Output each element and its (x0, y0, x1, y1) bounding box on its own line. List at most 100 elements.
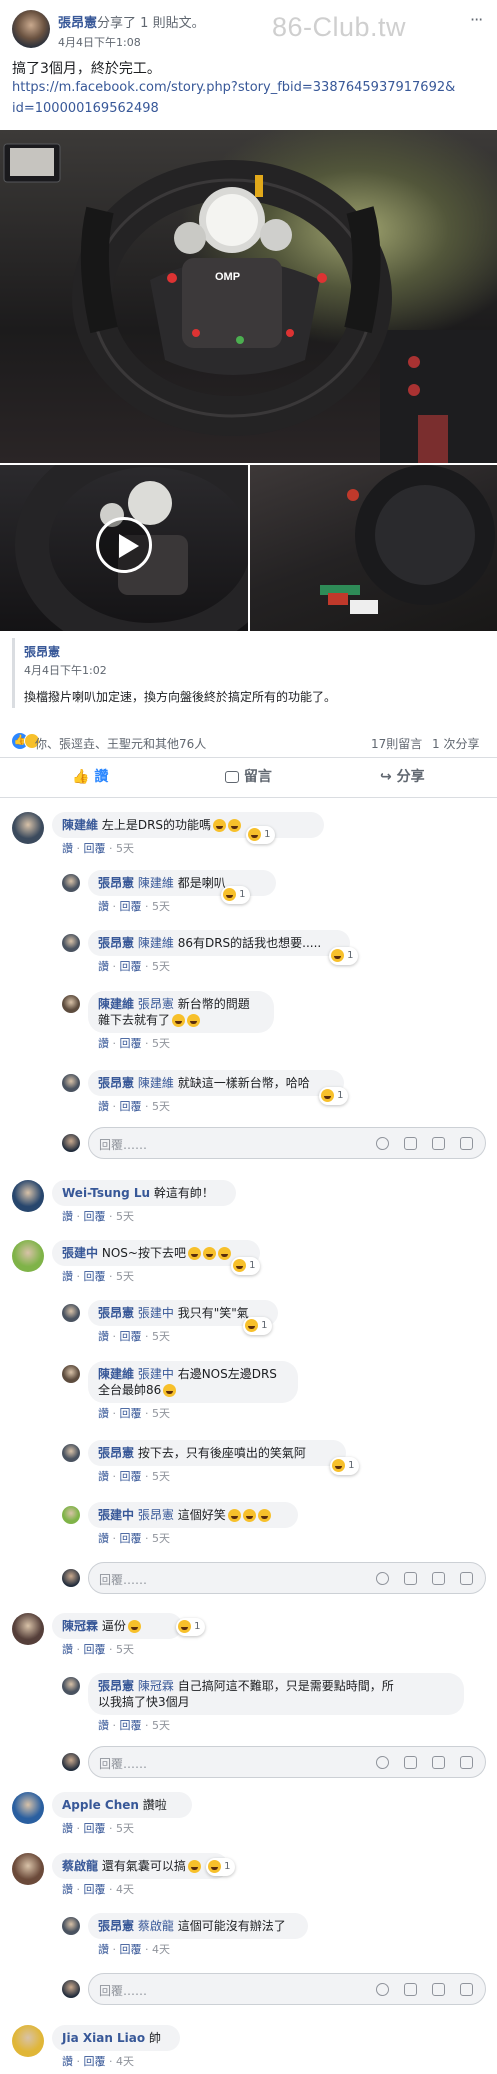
comment-author[interactable]: 張昂憲 (98, 1919, 134, 1933)
reaction-count-badge[interactable]: 1 (329, 947, 358, 965)
reaction-count-badge[interactable]: 1 (231, 1257, 260, 1275)
comment-author[interactable]: 陳冠霖 (62, 1619, 98, 1633)
reaction-count-badge[interactable]: 1 (206, 1858, 235, 1876)
comment-reply-link[interactable]: 回覆 (120, 1330, 142, 1343)
gif-icon[interactable] (432, 1572, 445, 1585)
emoji-picker-icon[interactable] (376, 1756, 389, 1769)
comment-like-link[interactable]: 讚 (98, 1943, 109, 1956)
commenter-avatar[interactable] (12, 1240, 44, 1272)
commenter-avatar[interactable] (12, 1792, 44, 1824)
comment-like-link[interactable]: 讚 (62, 1210, 73, 1223)
post-time[interactable]: 4月4日下午1:08 (58, 34, 141, 50)
comment-reply-link[interactable]: 回覆 (120, 960, 142, 973)
comment-author[interactable]: Apple Chen (62, 1798, 139, 1812)
commenter-avatar[interactable] (62, 1304, 80, 1322)
comment-like-link[interactable]: 讚 (98, 1532, 109, 1545)
comment-time[interactable]: 5天 (116, 1643, 134, 1656)
comment-reply-link[interactable]: 回覆 (84, 1270, 106, 1283)
comment-like-link[interactable]: 讚 (98, 1470, 109, 1483)
emoji-picker-icon[interactable] (376, 1983, 389, 1996)
comment-time[interactable]: 5天 (152, 1407, 170, 1420)
comment-time[interactable]: 5天 (116, 1210, 134, 1223)
comment-button[interactable]: 留言 (225, 757, 272, 797)
commenter-avatar[interactable] (12, 812, 44, 844)
comment-author[interactable]: 張昂憲 (98, 936, 134, 950)
shared-count[interactable]: 1 則貼文。 (140, 16, 204, 31)
comment-time[interactable]: 5天 (116, 842, 134, 855)
comment-mention[interactable]: 蔡啟龍 (138, 1919, 174, 1933)
commenter-avatar[interactable] (62, 1677, 80, 1695)
commenter-avatar[interactable] (62, 1917, 80, 1935)
commenter-avatar[interactable] (62, 934, 80, 952)
comment-like-link[interactable]: 讚 (98, 1330, 109, 1343)
commenter-avatar[interactable] (62, 1506, 80, 1524)
comment-time[interactable]: 5天 (152, 1532, 170, 1545)
shared-time[interactable]: 4月4日下午1:02 (24, 662, 107, 678)
commenter-avatar[interactable] (62, 1444, 80, 1462)
comment-author[interactable]: 張昂憲 (98, 1446, 134, 1460)
comment-time[interactable]: 4天 (116, 1883, 134, 1896)
comment-like-link[interactable]: 讚 (62, 1643, 73, 1656)
reply-input[interactable]: 回覆…… (88, 1562, 486, 1594)
comment-like-link[interactable]: 讚 (62, 842, 73, 855)
reaction-count-badge[interactable]: 1 (221, 886, 250, 904)
comment-author[interactable]: 張建中 (98, 1508, 134, 1522)
commenter-avatar[interactable] (62, 1365, 80, 1383)
play-icon[interactable] (96, 517, 152, 573)
comment-author[interactable]: 蔡啟龍 (62, 1859, 98, 1873)
comments-count[interactable]: 17則留言 (371, 735, 422, 752)
comment-like-link[interactable]: 讚 (62, 1822, 73, 1835)
gif-icon[interactable] (432, 1756, 445, 1769)
comment-like-link[interactable]: 讚 (98, 1100, 109, 1113)
like-button[interactable]: 👍 讚 (72, 757, 108, 797)
comment-mention[interactable]: 張昂憲 (138, 997, 174, 1011)
comment-time[interactable]: 5天 (152, 1037, 170, 1050)
commenter-avatar[interactable] (62, 1074, 80, 1092)
commenter-avatar[interactable] (12, 1613, 44, 1645)
gif-icon[interactable] (432, 1137, 445, 1150)
comment-author[interactable]: 張昂憲 (98, 1306, 134, 1320)
comment-reply-link[interactable]: 回覆 (84, 1883, 106, 1896)
comment-like-link[interactable]: 讚 (62, 1270, 73, 1283)
comment-author[interactable]: 陳建維 (62, 818, 98, 832)
comment-reply-link[interactable]: 回覆 (84, 2055, 106, 2068)
comment-time[interactable]: 5天 (116, 1822, 134, 1835)
comment-reply-link[interactable]: 回覆 (120, 1037, 142, 1050)
comment-reply-link[interactable]: 回覆 (84, 1822, 106, 1835)
camera-icon[interactable] (404, 1137, 417, 1150)
sticker-icon[interactable] (460, 1137, 473, 1150)
comment-reply-link[interactable]: 回覆 (120, 1719, 142, 1732)
comment-reply-link[interactable]: 回覆 (84, 1210, 106, 1223)
comment-author[interactable]: 張昂憲 (98, 1076, 134, 1090)
comment-author[interactable]: Wei-Tsung Lu (62, 1186, 150, 1200)
comment-like-link[interactable]: 讚 (98, 960, 109, 973)
shares-count[interactable]: 1 次分享 (432, 735, 479, 752)
comment-reply-link[interactable]: 回覆 (120, 1407, 142, 1420)
comment-like-link[interactable]: 讚 (98, 900, 109, 913)
commenter-avatar[interactable] (62, 874, 80, 892)
comment-author[interactable]: 陳建維 (98, 997, 134, 1011)
comment-time[interactable]: 5天 (152, 1470, 170, 1483)
shared-author[interactable]: 張昂憲 (24, 643, 60, 660)
sticker-icon[interactable] (460, 1983, 473, 1996)
comment-author[interactable]: 張昂憲 (98, 876, 134, 890)
post-author[interactable]: 張昂憲 (58, 16, 97, 31)
comment-mention[interactable]: 陳建維 (138, 1076, 174, 1090)
comment-reply-link[interactable]: 回覆 (120, 1470, 142, 1483)
reaction-count-badge[interactable]: 1 (176, 1618, 205, 1636)
comment-reply-link[interactable]: 回覆 (120, 1100, 142, 1113)
commenter-avatar[interactable] (12, 2025, 44, 2057)
comment-mention[interactable]: 張建中 (138, 1306, 174, 1320)
emoji-picker-icon[interactable] (376, 1572, 389, 1585)
comment-reply-link[interactable]: 回覆 (84, 842, 106, 855)
comment-mention[interactable]: 張昂憲 (138, 1508, 174, 1522)
more-options-icon[interactable]: ··· (470, 10, 483, 29)
comment-time[interactable]: 5天 (116, 1270, 134, 1283)
comment-reply-link[interactable]: 回覆 (120, 1532, 142, 1545)
reaction-count-badge[interactable]: 1 (319, 1087, 348, 1105)
reaction-count-badge[interactable]: 1 (246, 826, 275, 844)
comment-mention[interactable]: 張建中 (138, 1367, 174, 1381)
author-avatar[interactable] (12, 10, 50, 48)
commenter-avatar[interactable] (12, 1180, 44, 1212)
comment-like-link[interactable]: 讚 (62, 1883, 73, 1896)
